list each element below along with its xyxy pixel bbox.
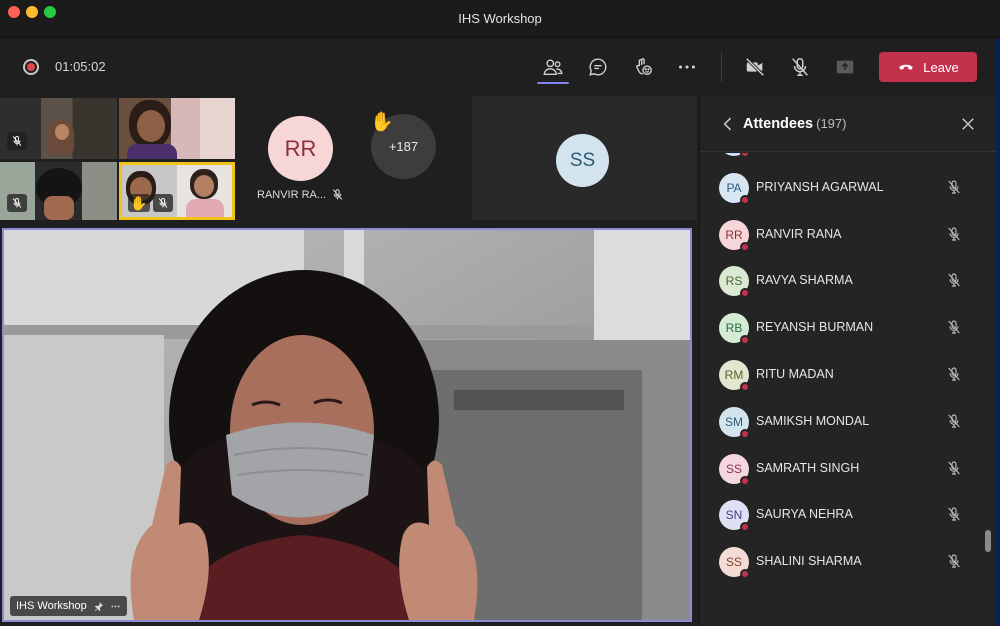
mic-off-icon[interactable] — [786, 54, 814, 80]
video-title: IHS Workshop — [16, 600, 87, 612]
title-bar: IHS Workshop — [0, 0, 1000, 38]
attendees-title: Attendees — [743, 116, 814, 132]
video-tile[interactable] — [0, 98, 117, 159]
presence-badge — [740, 428, 750, 439]
presence-badge — [740, 522, 750, 533]
muted-mic-icon — [946, 413, 962, 429]
attendee-row[interactable]: PAPRANIT AGRAWAL — [700, 153, 990, 163]
overflow-count: +187 — [388, 139, 419, 154]
back-arrow-icon[interactable] — [718, 114, 738, 134]
raised-hand-icon: ✋ — [128, 194, 150, 212]
muted-mic-icon — [946, 506, 962, 522]
video-tile[interactable] — [0, 162, 117, 220]
meeting-timer: 01:05:02 — [55, 59, 106, 74]
attendee-name: PRIYANSH AGARWAL — [756, 179, 884, 194]
attendee-row[interactable]: SS SAMRATH SINGH — [700, 445, 990, 491]
avatar: SS — [556, 134, 609, 187]
avatar-initials: SS — [569, 149, 596, 171]
muted-mic-icon — [946, 460, 962, 476]
presence-badge — [740, 241, 750, 252]
muted-mic-icon — [153, 194, 173, 212]
attendee-row[interactable]: RS RAVYA SHARMA — [700, 257, 990, 303]
video-more-icon[interactable] — [110, 601, 121, 612]
attendee-row[interactable]: RR RANVIR RANA — [700, 211, 990, 257]
attendee-name: SAURYA NEHRA — [756, 507, 853, 522]
leave-label: Leave — [923, 59, 959, 75]
pin-icon[interactable] — [93, 601, 104, 612]
muted-mic-icon — [946, 226, 962, 242]
share-tray-icon[interactable] — [831, 54, 859, 80]
attendees-list: PAPRANIT AGRAWALPAPRIYANSH AGARWALRRRANV… — [700, 153, 997, 626]
presence-badge — [740, 288, 750, 299]
teams-window: IHS Workshop 01:05:02 Leave ✋ RR RANVIR … — [0, 0, 1000, 626]
attendee-row[interactable]: SN SAURYA NEHRA — [700, 491, 990, 537]
presence-badge — [740, 475, 750, 486]
attendees-panel: Attendees(197) PAPRANIT AGRAWALPAPRIYANS… — [699, 96, 997, 626]
attendee-name: SHALINI SHARMA — [756, 554, 862, 569]
window-title: IHS Workshop — [458, 11, 542, 26]
leave-button[interactable]: Leave — [879, 52, 977, 82]
presence-badge — [740, 569, 750, 580]
toolbar-divider — [721, 52, 722, 82]
attendee-name: RAVYA SHARMA — [756, 273, 853, 288]
people-active-indicator — [537, 82, 569, 84]
avatar[interactable]: RR — [268, 116, 333, 181]
attendee-name: SAMIKSH MONDAL — [756, 413, 870, 428]
participant-name: RANVIR RA... — [257, 189, 327, 201]
presence-badge — [740, 194, 750, 205]
attendee-name: SAMRATH SINGH — [756, 460, 860, 475]
recording-icon — [23, 59, 39, 75]
muted-mic-icon — [7, 194, 27, 212]
close-icon[interactable] — [959, 115, 977, 133]
panel-scrollbar[interactable] — [985, 530, 991, 552]
panel-title: Attendees (197) — [743, 116, 846, 132]
pinned-video[interactable]: IHS Workshop — [2, 228, 692, 622]
muted-mic-icon — [331, 188, 344, 201]
shared-content-tile[interactable]: SS — [472, 96, 697, 220]
muted-mic-icon — [946, 319, 962, 335]
video-tile[interactable] — [119, 98, 235, 159]
attendee-row[interactable]: SS SHALINI SHARMA — [700, 538, 990, 584]
attendee-row[interactable]: PA PRIYANSH AGARWAL — [700, 164, 990, 210]
presence-badge — [740, 335, 750, 346]
attendee-name: RITU MADAN — [756, 367, 834, 381]
video-tile-hand-raised[interactable]: ✋ — [119, 162, 235, 220]
attendees-count: (197) — [816, 116, 847, 131]
presence-badge — [740, 382, 750, 392]
muted-mic-icon — [946, 366, 962, 382]
attendee-row[interactable]: RM RITU MADAN — [700, 351, 990, 397]
meeting-toolbar: 01:05:02 Leave — [0, 38, 1000, 96]
more-icon[interactable] — [673, 54, 701, 80]
muted-mic-icon — [946, 179, 962, 195]
muted-mic-icon — [946, 272, 962, 288]
avatar-initials: RR — [284, 135, 317, 161]
attendee-row[interactable]: SM SAMIKSH MONDAL — [700, 398, 990, 444]
participant-strip: ✋ RR RANVIR RA... +187 ✋ SS — [0, 96, 697, 224]
camera-off-icon[interactable] — [741, 54, 769, 80]
hang-up-icon — [899, 64, 913, 70]
reactions-icon[interactable] — [629, 54, 657, 80]
raised-hand-icon: ✋ — [370, 112, 394, 133]
video-label: IHS Workshop — [10, 596, 127, 616]
panel-header: Attendees (197) — [700, 96, 997, 152]
chat-icon[interactable] — [584, 54, 612, 80]
people-icon[interactable] — [539, 54, 567, 80]
presence-badge — [740, 153, 750, 158]
attendee-row[interactable]: RB REYANSH BURMAN — [700, 304, 990, 350]
muted-mic-icon — [946, 553, 962, 569]
desktop-background — [996, 38, 1000, 626]
video-feed — [4, 230, 690, 620]
attendee-name: REYANSH BURMAN — [756, 320, 874, 335]
muted-mic-icon — [7, 132, 27, 150]
attendee-name: RANVIR RANA — [756, 226, 842, 241]
